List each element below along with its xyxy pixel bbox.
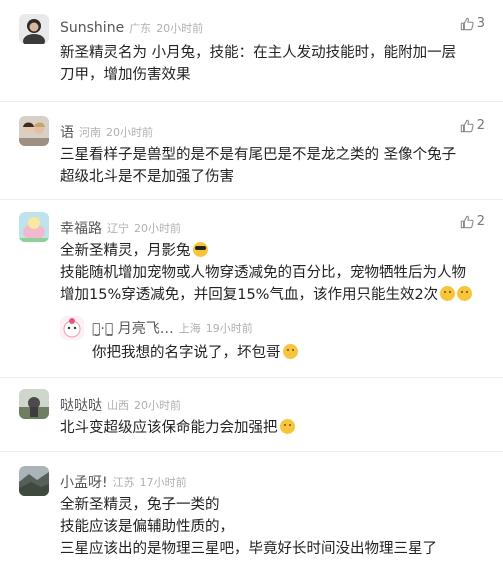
comment-line: 三星应该出的是物理三星吧，毕竟好长时间没出物理三星了 — [60, 541, 437, 557]
like-button[interactable]: 2 — [460, 118, 485, 138]
comment-meta: 幸福路 辽宁 20小时前 — [60, 218, 181, 237]
comment-line: 三星看样子是兽型的是不是有尾巴是不是龙之类的 圣像个兔子 — [60, 147, 457, 163]
comment-text: 三星看样子是兽型的是不是有尾巴是不是龙之类的 圣像个兔子 超级北斗是不是加强了伤… — [60, 144, 490, 188]
location: 江苏 — [112, 476, 135, 489]
comment-line: 你把我想的名字说了，坏包哥 — [92, 342, 492, 364]
comment-line: 新圣精灵名为 小月兔，技能：在主人发动技能时，能附加一层 — [60, 45, 457, 61]
comment-line: 全新圣精灵，月影兔 — [60, 240, 490, 262]
thumbs-up-icon — [460, 119, 474, 132]
grin-emoji-icon — [279, 419, 295, 434]
username[interactable]: 幸福路 — [60, 221, 102, 237]
comment-line: 技能随机增加宠物或人物穿透减免的百分比，宠物牺牲后为人物 — [60, 265, 466, 281]
username[interactable]: 小孟呀! — [60, 475, 108, 491]
timestamp: 19小时前 — [205, 322, 253, 335]
grin-emoji-icon — [282, 344, 298, 359]
comment-line: 全新圣精灵，兔子一类的 — [60, 497, 220, 513]
location: 广东 — [129, 22, 152, 35]
divider — [0, 199, 503, 200]
comment-line: 刀甲，增加伤害效果 — [60, 67, 191, 83]
location: 上海 — [178, 322, 201, 335]
comment-line-text: 你把我想的名字说了，坏包哥 — [92, 345, 281, 361]
divider — [0, 377, 503, 378]
timestamp: 20小时前 — [134, 399, 181, 412]
sunglasses-emoji-icon — [192, 242, 208, 257]
timestamp: 17小时前 — [139, 476, 187, 489]
avatar[interactable] — [19, 212, 49, 242]
username[interactable]: ꪔ̤̮·ꪔ̤̫ 月亮飞… — [92, 321, 174, 337]
comment-text: 北斗变超级应该保命能力会加强把 — [60, 417, 490, 439]
comment-line: 北斗变超级应该保命能力会加强把 — [60, 417, 490, 439]
avatar[interactable] — [19, 14, 49, 44]
comment-line-text: 北斗变超级应该保命能力会加强把 — [60, 420, 278, 436]
like-count: 2 — [476, 214, 485, 229]
comment-meta: Sunshine 广东 20小时前 — [60, 20, 203, 38]
comment-line: 超级北斗是不是加强了伤害 — [60, 169, 234, 185]
comment-meta: 小孟呀! 江苏 17小时前 — [60, 472, 187, 491]
comment-line-text: 增加15%穿透减免，并回复15%气血，该作用只能生效2次 — [60, 287, 439, 303]
divider — [0, 101, 503, 102]
grin-emoji-icon — [440, 286, 456, 301]
comment-text: 你把我想的名字说了，坏包哥 — [92, 342, 492, 364]
comment-meta: 哒哒哒 山西 20小时前 — [60, 395, 181, 414]
grin-emoji-icon — [457, 286, 473, 301]
location: 河南 — [79, 126, 101, 139]
location: 辽宁 — [107, 222, 129, 235]
avatar[interactable] — [19, 389, 49, 419]
comment-text: 全新圣精灵，月影兔 技能随机增加宠物或人物穿透减免的百分比，宠物牺牲后为人物 增… — [60, 240, 490, 306]
like-count: 3 — [476, 16, 485, 31]
comment-line: 技能应该是偏辅助性质的， — [60, 519, 234, 535]
timestamp: 20小时前 — [106, 126, 153, 139]
username[interactable]: Sunshine — [60, 20, 124, 36]
timestamp: 20小时前 — [156, 22, 204, 35]
avatar[interactable] — [19, 116, 49, 146]
thumbs-up-icon — [460, 17, 474, 30]
username[interactable]: 语 — [60, 125, 74, 141]
comment-text: 新圣精灵名为 小月兔，技能：在主人发动技能时，能附加一层 刀甲，增加伤害效果 — [60, 42, 490, 86]
like-button[interactable]: 3 — [460, 16, 485, 36]
like-button[interactable]: 2 — [460, 214, 485, 234]
location: 山西 — [107, 399, 129, 412]
thumbs-up-icon — [460, 215, 474, 228]
divider — [0, 451, 503, 452]
comment-line: 增加15%穿透减免，并回复15%气血，该作用只能生效2次 — [60, 284, 490, 306]
avatar[interactable] — [60, 316, 84, 340]
comment-line-text: 全新圣精灵，月影兔 — [60, 243, 191, 259]
comment-text: 全新圣精灵，兔子一类的 技能应该是偏辅助性质的， 三星应该出的是物理三星吧，毕竟… — [60, 494, 490, 560]
timestamp: 20小时前 — [134, 222, 181, 235]
username[interactable]: 哒哒哒 — [60, 398, 102, 414]
avatar[interactable] — [19, 466, 49, 496]
like-count: 2 — [476, 118, 485, 133]
comment-meta: 语 河南 20小时前 — [60, 122, 153, 141]
comment-meta: ꪔ̤̮·ꪔ̤̫ 月亮飞… 上海 19小时前 — [92, 318, 253, 337]
